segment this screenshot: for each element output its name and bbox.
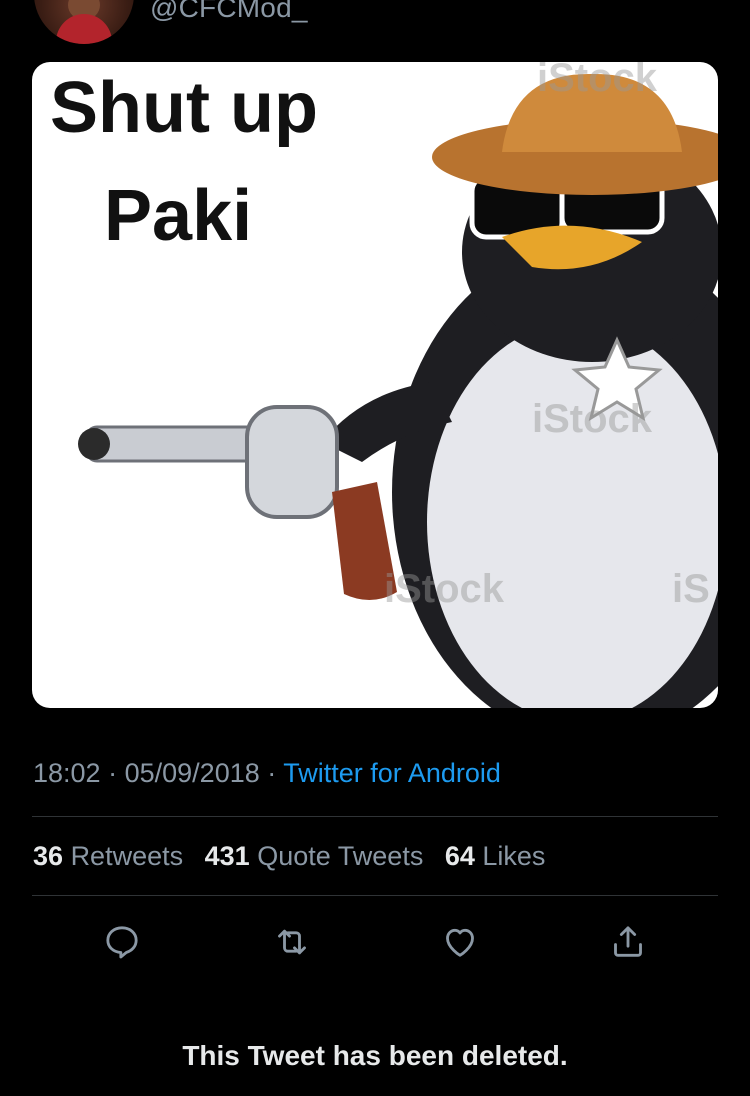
penguin-illustration — [78, 73, 718, 708]
quote-tweets-stat[interactable]: 431 Quote Tweets — [205, 841, 424, 871]
share-icon — [614, 926, 642, 957]
tweet-date[interactable]: 05/09/2018 — [125, 758, 260, 788]
reply-button[interactable] — [98, 918, 146, 966]
likes-stat[interactable]: 64 Likes — [445, 841, 546, 871]
divider — [32, 816, 718, 817]
quote-tweets-count: 431 — [204, 841, 250, 871]
meme-text-line-2: Paki — [104, 176, 253, 256]
watermark: iS — [672, 567, 710, 611]
tweet-source-link[interactable]: Twitter for Android — [283, 758, 501, 788]
likes-label: Likes — [482, 841, 546, 871]
tweet-media-image[interactable]: Shut up Paki iStock iStock iStock iS — [32, 62, 718, 708]
avatar[interactable] — [34, 0, 134, 44]
retweet-icon — [278, 929, 306, 955]
watermark: iStock — [537, 62, 658, 100]
tweet-actions-bar — [0, 918, 750, 966]
watermark: iStock — [384, 567, 505, 611]
tweet-time[interactable]: 18:02 — [33, 758, 101, 788]
gun-cylinder — [245, 405, 339, 519]
share-button[interactable] — [604, 918, 652, 966]
retweets-stat[interactable]: 36 Retweets — [33, 841, 183, 871]
meme-text-line-1: Shut up — [50, 68, 318, 148]
like-icon — [446, 928, 474, 957]
gun-muzzle — [78, 428, 110, 460]
user-handle[interactable]: @CFCMod_ — [150, 0, 308, 24]
divider — [32, 895, 718, 896]
watermark: iStock — [532, 397, 653, 441]
tweet-deleted-notice: This Tweet has been deleted. — [182, 1040, 568, 1071]
avatar-shirt — [56, 14, 112, 44]
retweets-count: 36 — [33, 841, 64, 871]
likes-count: 64 — [444, 841, 475, 871]
gun-barrel — [85, 425, 264, 463]
quote-tweets-label: Quote Tweets — [257, 841, 424, 871]
like-button[interactable] — [436, 918, 484, 966]
reply-icon — [106, 926, 138, 959]
meta-separator: · — [267, 758, 277, 788]
tweet-timestamp-row: 18:02 · 05/09/2018 · Twitter for Android — [33, 758, 501, 789]
meta-separator: · — [108, 758, 118, 788]
tweet-stats: 36 Retweets 431 Quote Tweets 64 Likes — [33, 841, 559, 872]
retweet-button[interactable] — [268, 918, 316, 966]
retweets-label: Retweets — [70, 841, 184, 871]
